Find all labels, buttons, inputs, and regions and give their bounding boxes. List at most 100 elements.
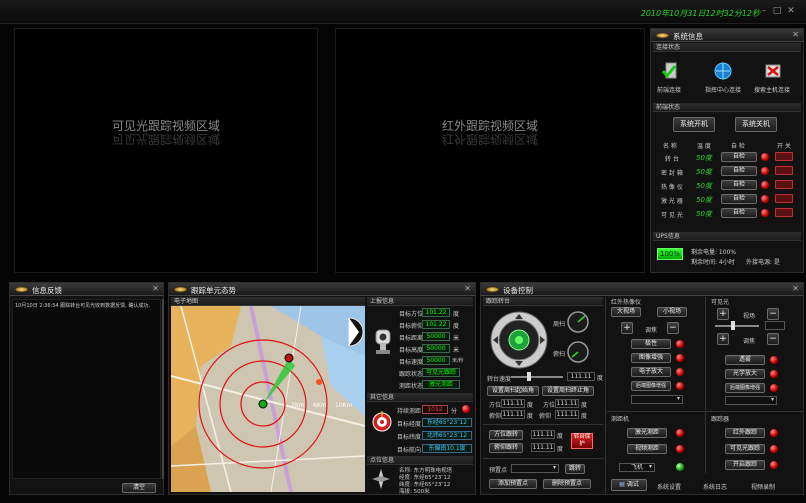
set-scan-start-button[interactable]: 设置周扫起始角 [487, 386, 539, 396]
small-fov-button[interactable]: 小视场 [657, 307, 687, 317]
zoom-value[interactable] [765, 321, 785, 330]
minimize-icon[interactable]: – [759, 6, 769, 16]
elevation-knob[interactable] [567, 341, 589, 363]
power-switch[interactable] [775, 180, 793, 189]
ir-mode-dropdown-icon[interactable]: ▾ [677, 395, 680, 402]
report-unit: 米 [453, 335, 460, 342]
frontend-status-label: 前端状态 [653, 103, 801, 112]
self-check-button[interactable]: 自检 [721, 152, 757, 162]
preset-select[interactable] [511, 464, 559, 473]
speed-slider-track[interactable] [511, 376, 563, 378]
report-unit: 度 [453, 311, 460, 318]
feedback-log[interactable]: 10月10日 2:36:54 跟踪转台可见光收到数据反馈, 确认成功. [12, 299, 161, 479]
self-check-button[interactable]: 自检 [721, 194, 757, 204]
system-settings-link[interactable]: 系统设置 [657, 482, 681, 491]
polarity-button[interactable]: 极性 [631, 339, 671, 349]
add-preset-button[interactable]: 添加预置点 [489, 479, 537, 489]
turret-protect-button[interactable]: 转台保护 [571, 433, 593, 449]
power-switch[interactable] [775, 166, 793, 175]
report-value: 50000 [422, 332, 450, 341]
vis-focus-plus-button[interactable]: + [717, 333, 729, 345]
laser-ranging-button[interactable]: 激光测距 [627, 428, 667, 438]
electronic-map[interactable]: 2Km 6Km 10Km [171, 306, 365, 492]
vis-backend-enhance-button[interactable]: 后端图像增强 [725, 383, 765, 393]
vis-mode-select[interactable] [725, 396, 777, 405]
preset-dropdown-icon[interactable]: ▾ [553, 464, 556, 471]
defog-button[interactable]: 透雾 [725, 355, 765, 365]
feedback-title: 信息反馈 [32, 286, 62, 295]
zoom-slider-thumb[interactable] [731, 321, 735, 330]
jump-button[interactable]: 跳转 [565, 464, 585, 474]
ir-focus-minus-button[interactable]: − [667, 322, 679, 334]
elevation2-value[interactable]: 111.11 [555, 410, 579, 419]
target-icon [372, 411, 392, 432]
delete-preset-button[interactable]: 删除预置点 [543, 479, 591, 489]
video-ranging-button[interactable]: 视频测距 [627, 444, 667, 454]
target-type-dropdown-icon[interactable]: ▾ [649, 463, 652, 470]
visible-video-area[interactable]: 可见光跟踪视频区域 可见光跟踪视频区域 [14, 28, 318, 273]
debug-icon: ▤ [619, 481, 627, 488]
vis-mode-dropdown-icon[interactable]: ▾ [771, 396, 774, 403]
self-check-button[interactable]: 自检 [721, 166, 757, 176]
vis-focus-minus-button[interactable]: − [767, 333, 779, 345]
video-record-link[interactable]: 视频录制 [751, 482, 775, 491]
power-off-button[interactable]: 系统关机 [735, 117, 777, 132]
turret-joystick[interactable] [489, 310, 549, 370]
preset-label: 预置点 [489, 467, 508, 474]
power-switch[interactable] [775, 152, 793, 161]
system-log-link[interactable]: 系统日志 [703, 482, 727, 491]
ir-track-button[interactable]: 红外跟踪 [725, 428, 765, 438]
report-label: 目标高度 [399, 347, 424, 354]
direction-track-value[interactable]: 111.11 [531, 430, 555, 439]
feedback-header: 信息反馈 ✕ [10, 283, 163, 296]
power-on-button[interactable]: 系统开机 [673, 117, 715, 132]
zoom-slider-track[interactable] [715, 325, 759, 327]
device-temp: 50度 [696, 210, 712, 218]
report-unit: 米/秒 [452, 358, 464, 364]
feedback-panel: 信息反馈 ✕ 10月10日 2:36:54 跟踪转台可见光收到数据反馈, 确认成功… [9, 282, 164, 495]
ir-mode-select[interactable] [631, 395, 683, 404]
speed-slider-thumb[interactable] [527, 372, 531, 381]
zoom-minus-button[interactable]: − [767, 308, 779, 320]
panel-close-icon[interactable]: ✕ [464, 284, 471, 293]
pitch-track-value[interactable]: 111.11 [531, 443, 555, 452]
optical-zoom-led [770, 370, 778, 378]
optical-zoom-button[interactable]: 光学放大 [725, 369, 765, 379]
report-label: 目标俯仰 [399, 323, 424, 330]
self-check-button[interactable]: 自检 [721, 208, 757, 218]
power-switch[interactable] [775, 194, 793, 203]
debug-button[interactable]: ▤ 调试 [611, 479, 647, 491]
ir-focus-plus-button[interactable]: + [621, 322, 633, 334]
azimuth-knob[interactable] [567, 311, 589, 333]
set-scan-end-button[interactable]: 设置周扫终止角 [542, 386, 594, 396]
panel-close-icon[interactable]: ✕ [792, 30, 799, 39]
feedback-scrollbar[interactable] [162, 299, 164, 479]
direction-track-button[interactable]: 方位跟转 [489, 430, 523, 440]
elevation-value[interactable]: 111.11 [501, 410, 525, 419]
defog-led [770, 356, 778, 364]
self-check-button[interactable]: 自检 [721, 180, 757, 190]
digital-zoom-button[interactable]: 电子放大 [631, 367, 671, 377]
elevation-unit: 度 [527, 413, 534, 420]
point-height: 海拔: 500米 [399, 489, 430, 495]
panel-close-icon[interactable]: ✕ [792, 284, 799, 293]
vis-track-button[interactable]: 可见光跟踪 [725, 444, 765, 454]
panel-close-icon[interactable]: ✕ [152, 284, 159, 293]
speed-value[interactable]: 111.11 [567, 372, 595, 381]
zoom-plus-button[interactable]: + [717, 308, 729, 320]
close-icon[interactable]: ✕ [786, 6, 796, 16]
maximize-icon[interactable]: □ [772, 6, 782, 16]
infrared-video-area[interactable]: 红外跟踪视频区域 红外跟踪视频区域 [335, 28, 645, 273]
azimuth-value[interactable]: 111.11 [501, 399, 525, 408]
power-switch[interactable] [775, 208, 793, 217]
image-enhance-button[interactable]: 图像增强 [631, 353, 671, 363]
backend-enhance-button[interactable]: 后端图像增强 [631, 381, 671, 391]
pitch-track-button[interactable]: 俯仰跟转 [489, 443, 523, 453]
other-label: 目标经度 [397, 421, 422, 428]
big-fov-button[interactable]: 大视场 [611, 307, 641, 317]
azimuth2-value[interactable]: 111.11 [555, 399, 579, 408]
open-track-button[interactable]: 开启跟踪 [725, 460, 765, 470]
device-control-title: 设备控制 [503, 286, 533, 295]
ir-focus-label: 调焦 [645, 327, 658, 334]
clear-button[interactable]: 清空 [122, 483, 156, 493]
